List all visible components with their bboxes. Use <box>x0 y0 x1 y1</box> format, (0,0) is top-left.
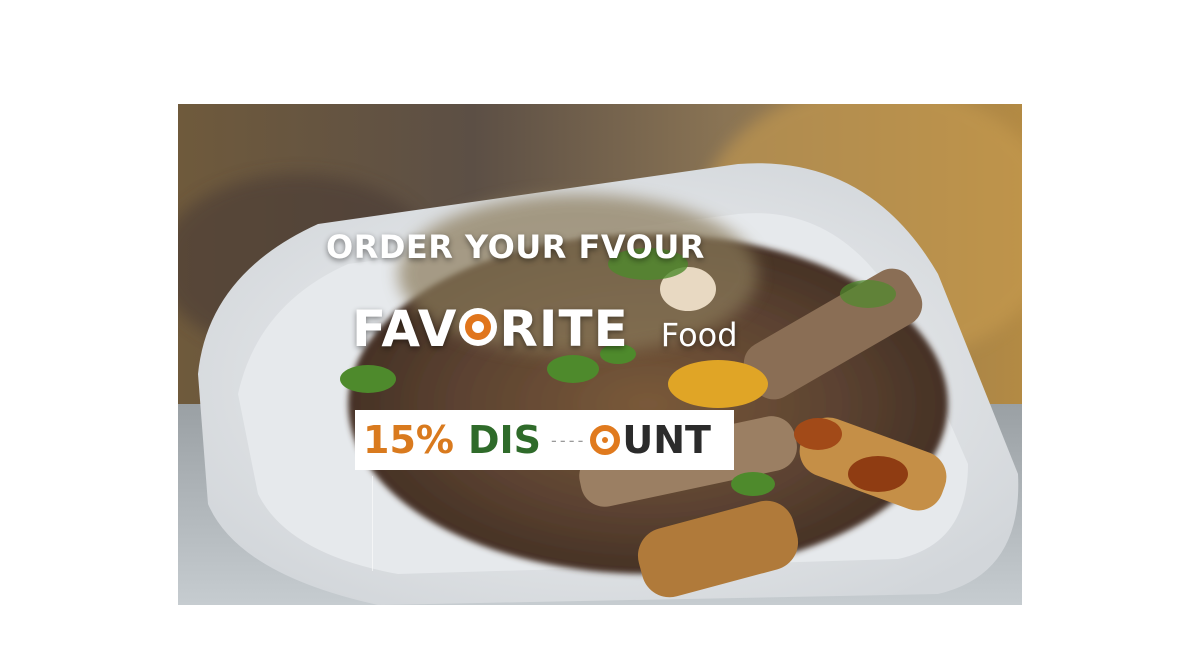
target-o-icon <box>459 308 498 346</box>
divider-line <box>372 476 373 571</box>
title-part2: RITE <box>499 300 629 358</box>
title-row: FAV RITE Food <box>352 300 738 358</box>
discount-word1: DIS <box>467 418 542 462</box>
discount-dash: - - - - <box>551 430 583 450</box>
food-promo-banner: ORDER YOUR FVOUR FAV RITE Food 15% DIS -… <box>178 104 1022 605</box>
target-o-icon <box>590 425 621 455</box>
discount-percent: 15% <box>363 418 454 462</box>
title-part1: FAV <box>352 300 458 358</box>
headline: ORDER YOUR FVOUR <box>326 228 705 266</box>
discount-badge: 15% DIS - - - - UNT <box>355 410 734 470</box>
discount-word2: UNT <box>622 418 711 462</box>
title-sub: Food <box>660 316 738 354</box>
